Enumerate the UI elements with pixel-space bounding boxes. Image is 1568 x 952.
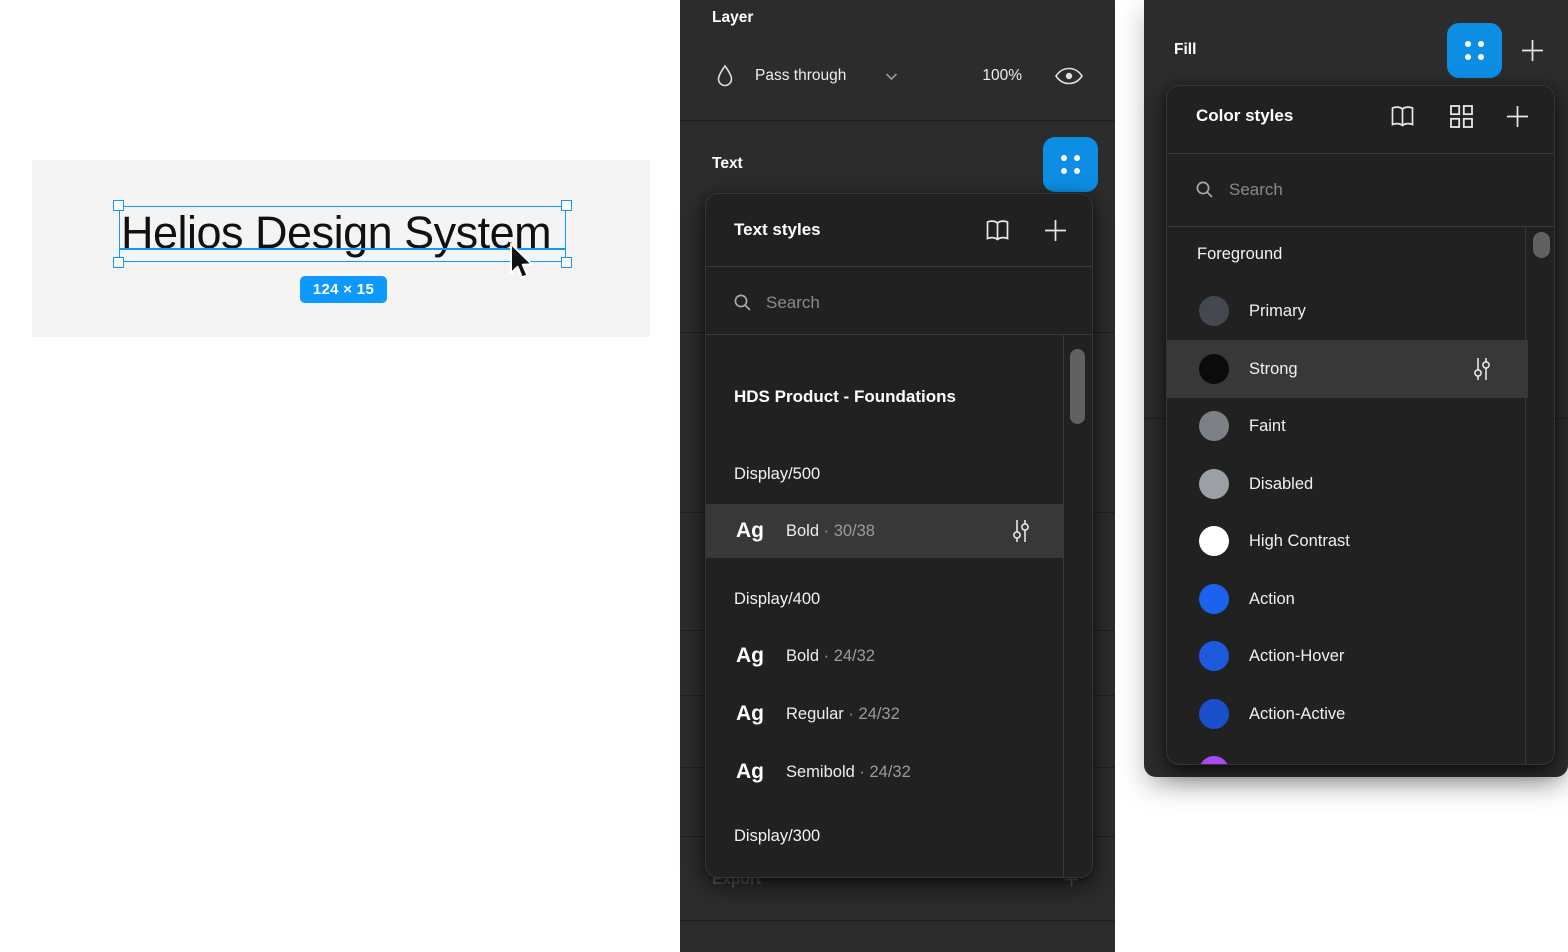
scrollbar-thumb[interactable] xyxy=(1533,232,1550,258)
color-swatch xyxy=(1199,411,1229,441)
selection-handle-bottom-right[interactable] xyxy=(561,257,572,268)
style-size: · 30/38 xyxy=(819,522,875,540)
color-style-item[interactable]: Action xyxy=(1167,570,1528,628)
selection-handle-bottom-left[interactable] xyxy=(113,257,124,268)
style-name-label: Bold · 24/32 xyxy=(786,629,875,683)
popup-divider xyxy=(706,334,1092,335)
color-styles-popup: Color styles Foreground PrimaryStrongFain… xyxy=(1166,85,1555,765)
style-weight: Regular xyxy=(786,705,844,723)
visibility-eye-icon[interactable] xyxy=(1054,67,1084,85)
color-style-name: Action-Hover xyxy=(1249,627,1344,685)
selection-bounding-box xyxy=(119,206,566,262)
style-sample-text: Ag xyxy=(736,745,764,799)
color-style-name: Disabled xyxy=(1249,455,1313,513)
style-size: · 24/32 xyxy=(844,705,900,723)
add-style-icon[interactable] xyxy=(1042,217,1069,244)
text-section-title: Text xyxy=(712,155,743,173)
style-size: · 24/32 xyxy=(819,647,875,665)
color-style-name: Primary xyxy=(1249,282,1306,340)
style-sample-text: Ag xyxy=(736,687,764,741)
layer-section-title: Layer xyxy=(712,9,753,27)
scrollbar-thumb[interactable] xyxy=(1070,349,1085,424)
color-style-name: High Contrast xyxy=(1249,512,1350,570)
style-sample-text: Ag xyxy=(736,629,764,683)
adjust-sliders-icon[interactable] xyxy=(1470,356,1494,382)
color-style-name: Strong xyxy=(1249,340,1298,398)
color-style-item[interactable]: Disabled xyxy=(1167,455,1528,513)
color-swatch xyxy=(1199,296,1229,326)
style-size: · 24/32 xyxy=(855,763,911,781)
fill-section-title: Fill xyxy=(1174,41,1196,59)
mouse-cursor-icon xyxy=(507,242,535,284)
color-style-item[interactable]: High Contrast xyxy=(1167,512,1528,570)
style-name-label: Semibold · 24/32 xyxy=(786,745,911,799)
text-style-item[interactable]: Ag Semibold · 24/32 xyxy=(706,745,1063,799)
color-style-name: Action xyxy=(1249,570,1295,628)
style-sample-text: Ag xyxy=(736,504,764,558)
chevron-down-icon[interactable] xyxy=(885,73,898,81)
search-icon xyxy=(1195,180,1215,200)
add-fill-icon[interactable] xyxy=(1519,37,1546,64)
library-book-icon[interactable] xyxy=(984,219,1011,242)
style-name-label: Regular · 24/32 xyxy=(786,687,900,741)
blend-mode-select[interactable]: Pass through xyxy=(755,67,846,85)
color-swatch xyxy=(1199,526,1229,556)
text-styles-popup-title: Text styles xyxy=(734,221,821,239)
color-style-item[interactable]: Faint xyxy=(1167,397,1528,455)
blend-mode-icon xyxy=(716,64,734,88)
color-style-picker-button[interactable] xyxy=(1447,23,1502,78)
style-weight: Semibold xyxy=(786,763,855,781)
color-styles-search-input[interactable] xyxy=(1229,172,1479,208)
selection-handle-top-left[interactable] xyxy=(113,200,124,211)
selection-baseline xyxy=(119,248,566,250)
section-divider xyxy=(680,920,1115,921)
text-style-item[interactable]: Ag Bold · 30/38 xyxy=(706,504,1063,558)
color-swatch xyxy=(1199,699,1229,729)
popup-divider xyxy=(1167,153,1554,154)
text-style-picker-button[interactable] xyxy=(1043,137,1098,192)
color-style-name: Faint xyxy=(1249,397,1286,455)
style-weight: Bold xyxy=(786,522,819,540)
color-style-item[interactable]: Highlight xyxy=(1167,742,1528,765)
color-style-name: Highlight xyxy=(1249,742,1313,765)
color-style-name: Action-Active xyxy=(1249,685,1345,743)
color-style-group-label: Foreground xyxy=(1197,241,1282,267)
color-style-item[interactable]: Strong xyxy=(1167,340,1528,398)
grid-view-icon[interactable] xyxy=(1449,104,1474,129)
text-style-group-label: Display/400 xyxy=(734,586,820,612)
style-weight: Bold xyxy=(786,647,819,665)
color-swatch xyxy=(1199,584,1229,614)
search-icon xyxy=(733,293,753,313)
text-style-group-label: Display/500 xyxy=(734,461,820,487)
color-style-item[interactable]: Action-Hover xyxy=(1167,627,1528,685)
adjust-sliders-icon[interactable] xyxy=(1009,518,1033,544)
color-swatch xyxy=(1199,469,1229,499)
library-book-icon[interactable] xyxy=(1389,105,1416,128)
text-styles-library-name: HDS Product - Foundations xyxy=(734,384,956,410)
text-styles-popup: Text styles HDS Product - Foundations Dis… xyxy=(705,193,1093,878)
figma-workspace: { "colors": { "accent": "#0d99ff", "pane… xyxy=(0,0,1568,952)
color-style-item[interactable]: Action-Active xyxy=(1167,685,1528,743)
scrollbar-track xyxy=(1063,334,1064,877)
color-swatch xyxy=(1199,756,1229,765)
style-name-label: Bold · 30/38 xyxy=(786,504,875,558)
text-style-item[interactable]: Ag Regular · 24/32 xyxy=(706,687,1063,741)
color-style-item[interactable]: Primary xyxy=(1167,282,1528,340)
popup-divider xyxy=(706,266,1092,267)
text-style-group-label: Display/300 xyxy=(734,823,820,849)
color-swatch xyxy=(1199,354,1229,384)
add-style-icon[interactable] xyxy=(1504,103,1531,130)
opacity-field[interactable]: 100% xyxy=(930,67,1022,85)
text-style-item[interactable]: Ag Bold · 24/32 xyxy=(706,629,1063,683)
selection-handle-top-right[interactable] xyxy=(561,200,572,211)
popup-divider xyxy=(1167,226,1554,227)
text-styles-search-input[interactable] xyxy=(766,285,1016,321)
color-swatch xyxy=(1199,641,1229,671)
size-badge: 124 × 15 xyxy=(300,276,387,303)
section-divider xyxy=(680,120,1115,121)
color-styles-popup-title: Color styles xyxy=(1196,107,1293,125)
